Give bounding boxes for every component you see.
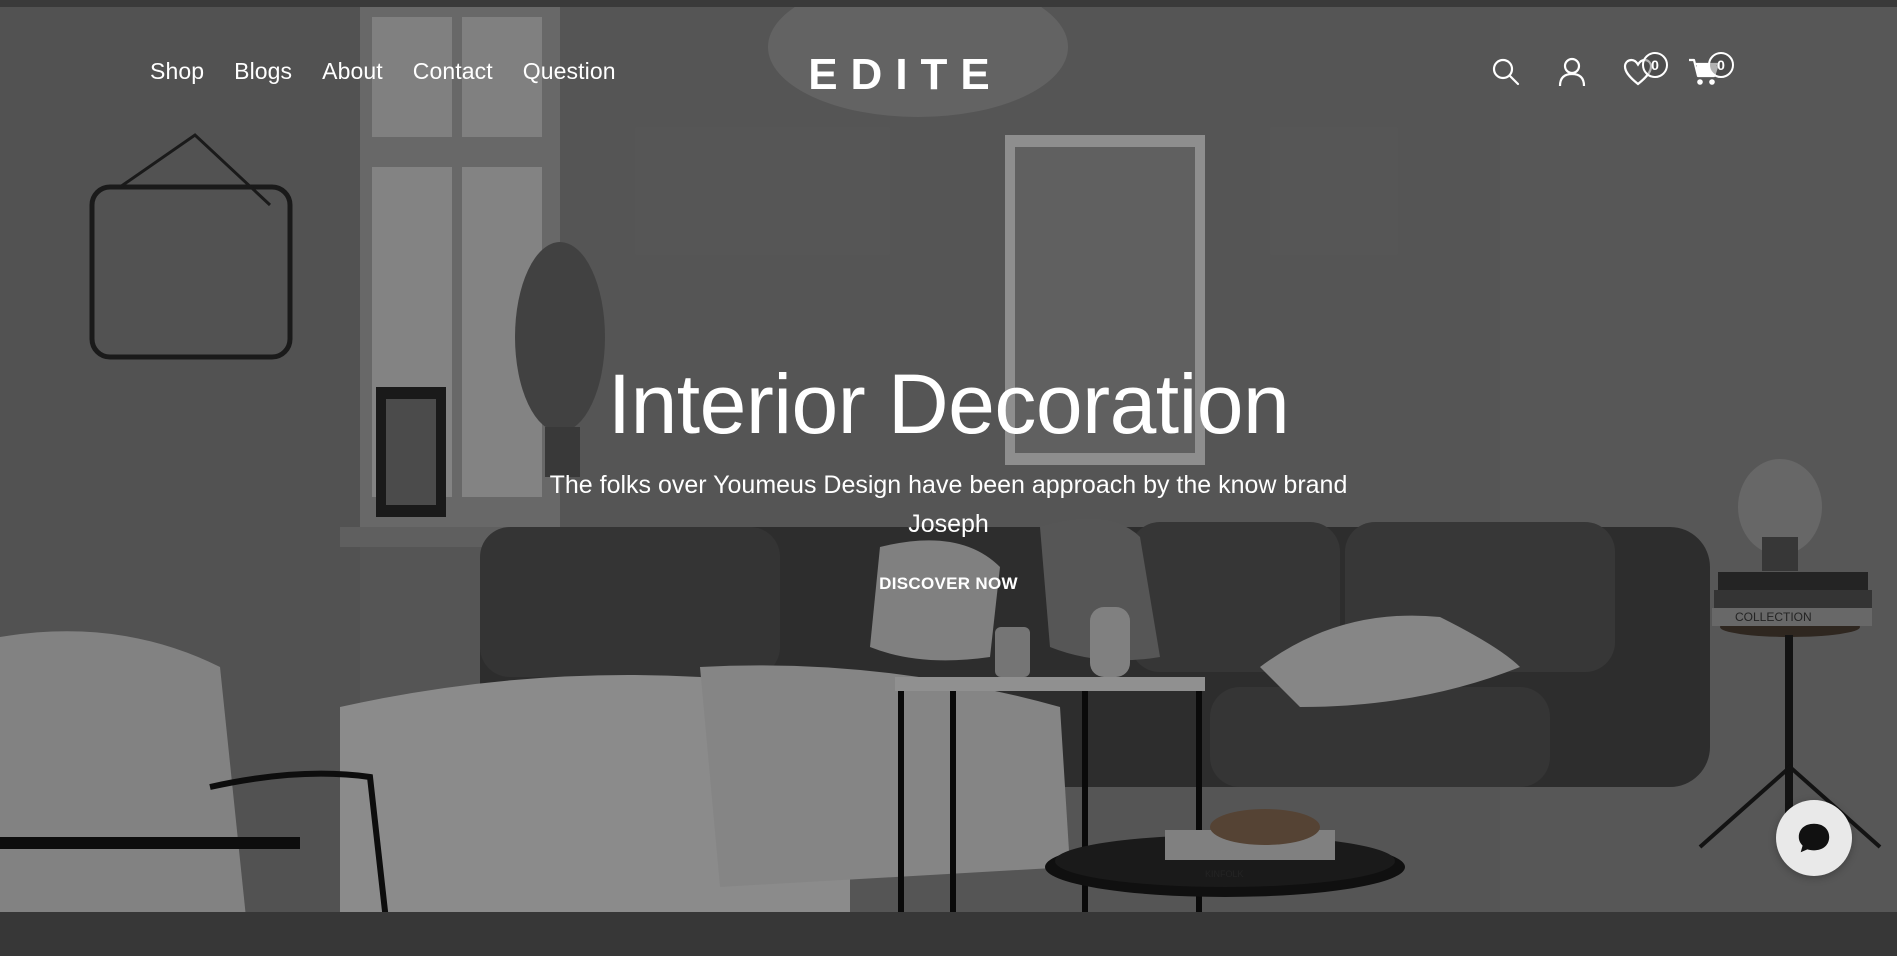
hero-title: Interior Decoration [607,357,1290,451]
chat-button[interactable] [1776,800,1852,876]
chat-bubble-icon [1798,823,1830,853]
user-icon [1558,57,1586,87]
cart-button[interactable]: 0 [1688,52,1734,90]
hero-copy: Interior Decoration The folks over Youme… [0,360,1897,594]
hero-subtitle: The folks over Youmeus Design have been … [549,471,1348,538]
top-strip [0,0,1897,7]
search-icon [1492,58,1520,86]
cart-count-badge: 0 [1708,52,1734,78]
account-button[interactable] [1556,56,1588,90]
header-icons: 0 0 [1490,52,1734,90]
discover-now-button[interactable]: DISCOVER NOW [879,574,1018,594]
wishlist-count-badge: 0 [1642,52,1668,78]
wishlist-button[interactable]: 0 [1622,52,1668,90]
search-button[interactable] [1490,56,1522,90]
